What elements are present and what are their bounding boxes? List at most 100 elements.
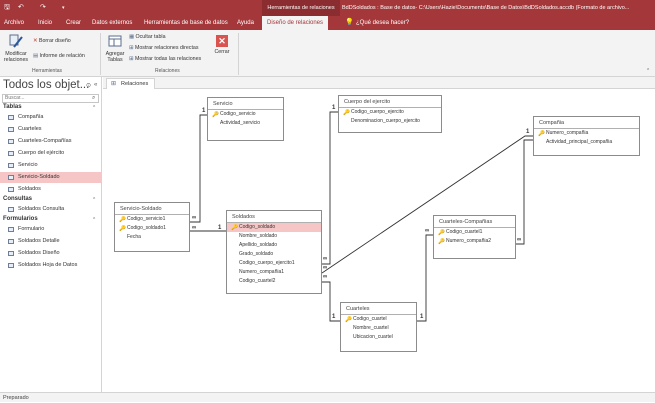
table-servicio-soldado[interactable]: Servicio-Soldado 🔑 Codigo_servicio1 🔑 Codi… bbox=[114, 202, 190, 252]
table-title[interactable]: Cuarteles-Compañias bbox=[434, 216, 515, 228]
field-row[interactable]: Nombre_soldado bbox=[227, 232, 321, 241]
status-bar: Preparado bbox=[0, 392, 655, 402]
tab-relaciones[interactable]: ⊞ Relaciones bbox=[106, 78, 156, 89]
tab-archivo[interactable]: Archivo bbox=[4, 16, 24, 30]
undo-icon[interactable]: ↶ bbox=[18, 3, 24, 13]
relations-group-label: Relaciones bbox=[155, 68, 180, 74]
table-title[interactable]: Servicio-Soldado bbox=[115, 203, 189, 215]
table-title[interactable]: Cuarteles bbox=[341, 303, 416, 315]
nav-collapse-icon[interactable]: « bbox=[94, 82, 97, 88]
nav-item-label: Cuarteles bbox=[18, 126, 42, 132]
field-row[interactable]: 🔑 Codigo_cuerpo_ejercito bbox=[339, 108, 441, 117]
field-row[interactable]: 🔑 Codigo_cuartel bbox=[341, 315, 416, 324]
cardinality-one: 1 bbox=[526, 129, 530, 135]
table-compania[interactable]: Compañia 🔑 Numero_compañia Actividad_prin… bbox=[533, 116, 640, 156]
relation-report-button[interactable]: ▤ Informe de relación bbox=[33, 53, 85, 60]
field-row[interactable]: Nombre_cuartel bbox=[341, 324, 416, 333]
nav-item-soldados-consulta[interactable]: Soldados Consulta bbox=[0, 204, 101, 215]
nav-item-cuerpo-ejercito[interactable]: Cuerpo del ejército bbox=[0, 148, 101, 159]
nav-item-servicio[interactable]: Servicio bbox=[0, 160, 101, 171]
modify-relations-button[interactable]: Modificar relaciones bbox=[2, 33, 30, 63]
section-collapse-icon[interactable]: ⌃ bbox=[92, 197, 96, 203]
tab-crear[interactable]: Crear bbox=[66, 16, 81, 30]
table-cuarteles[interactable]: Cuarteles 🔑 Codigo_cuartel Nombre_cuartel… bbox=[340, 302, 417, 352]
table-servicio[interactable]: Servicio 🔑 Codigo_servicio Actividad_serv… bbox=[207, 97, 284, 141]
tell-me-search[interactable]: ¿Qué desea hacer? bbox=[356, 16, 409, 30]
tab-inicio[interactable]: Inicio bbox=[38, 16, 52, 30]
nav-section-formularios[interactable]: Formularios bbox=[3, 216, 38, 222]
form-icon bbox=[8, 263, 14, 268]
nav-item-label: Soldados Consulta bbox=[18, 206, 65, 212]
tab-herramientas-bd[interactable]: Herramientas de base de datos bbox=[144, 16, 228, 30]
close-button[interactable]: ✕ Cerrar bbox=[211, 33, 233, 55]
nav-item-cuarteles[interactable]: Cuarteles bbox=[0, 124, 101, 135]
nav-item-compania[interactable]: Compañía bbox=[0, 112, 101, 123]
direct-relations-button[interactable]: ⊞ Mostrar relaciones directas bbox=[129, 45, 199, 52]
cardinality-one: 1 bbox=[332, 105, 336, 111]
tab-ayuda[interactable]: Ayuda bbox=[237, 16, 254, 30]
nav-item-servicio-soldado[interactable]: Servicio-Soldado bbox=[0, 172, 101, 183]
field-row[interactable]: Fecha bbox=[115, 233, 189, 242]
field-row[interactable]: Actividad_servicio bbox=[208, 119, 283, 128]
field-name: Ubicacion_cuartel bbox=[353, 334, 393, 340]
field-row[interactable]: 🔑 Codigo_cuartel1 bbox=[434, 228, 515, 237]
save-icon[interactable]: 🖫 bbox=[4, 3, 10, 13]
ribbon-tabs: Archivo Inicio Crear Datos externos Herr… bbox=[0, 16, 655, 30]
field-name: Actividad_principal_compañia bbox=[546, 139, 613, 145]
tab-datos-externos[interactable]: Datos externos bbox=[92, 16, 132, 30]
nav-item-label: Servicio-Soldado bbox=[18, 174, 60, 180]
customize-qat-icon[interactable]: ▾ bbox=[62, 3, 65, 13]
search-icon: ⌕ bbox=[92, 95, 96, 101]
field-row[interactable]: Codigo_cuerpo_ejercito1 bbox=[227, 259, 321, 268]
field-row[interactable]: 🔑 Numero_compañia2 bbox=[434, 237, 515, 246]
table-title[interactable]: Soldados bbox=[227, 211, 321, 223]
section-collapse-icon[interactable]: ⌃ bbox=[92, 105, 96, 111]
nav-item-soldados-diseno[interactable]: Soldados Diseño bbox=[0, 248, 101, 259]
nav-header[interactable]: Todos los objet... bbox=[3, 79, 89, 91]
field-row[interactable]: 🔑 Codigo_soldado bbox=[227, 223, 321, 232]
nav-menu-chevron-icon[interactable]: ⊙ bbox=[86, 82, 91, 89]
direct-relations-label: Mostrar relaciones directas bbox=[134, 45, 199, 51]
section-collapse-icon[interactable]: ⌃ bbox=[92, 217, 96, 223]
field-row[interactable]: 🔑 Numero_compañia bbox=[534, 129, 639, 138]
hide-table-button[interactable]: ▦ Ocultar tabla bbox=[129, 34, 166, 41]
table-title[interactable]: Compañia bbox=[534, 117, 639, 129]
clear-layout-button[interactable]: ✕ Borrar diseño bbox=[33, 38, 71, 45]
tab-diseno-relaciones[interactable]: Diseño de relaciones bbox=[262, 16, 329, 30]
field-row[interactable]: Actividad_principal_compañia bbox=[534, 138, 639, 147]
table-cuerpo-ejercito[interactable]: Cuerpo del ejercito 🔑 Codigo_cuerpo_ejerc… bbox=[338, 95, 442, 133]
window-title: BdDSoldados : Base de datos- C:\Users\Ha… bbox=[342, 5, 630, 11]
table-title[interactable]: Cuerpo del ejercito bbox=[339, 96, 441, 108]
field-row[interactable]: Ubicacion_cuartel bbox=[341, 333, 416, 342]
nav-item-formulario[interactable]: Formulario bbox=[0, 224, 101, 235]
field-name: Numero_compañia1 bbox=[239, 269, 285, 275]
cardinality-many: ∞ bbox=[425, 228, 430, 234]
field-row[interactable]: 🔑 Codigo_servicio bbox=[208, 110, 283, 119]
field-row[interactable]: Denominacion_cuerpo_ejercito bbox=[339, 117, 441, 126]
field-name: Codigo_cuerpo_ejercito bbox=[351, 109, 404, 115]
nav-item-label: Soldados Hoja de Datos bbox=[18, 262, 78, 268]
field-row[interactable]: 🔑 Codigo_soldado1 bbox=[115, 224, 189, 233]
nav-section-consultas[interactable]: Consultas bbox=[3, 196, 32, 202]
nav-item-cuarteles-companias[interactable]: Cuarteles-Compañías bbox=[0, 136, 101, 147]
redo-icon[interactable]: ↷ bbox=[40, 3, 46, 13]
all-relations-button[interactable]: ⊞ Mostrar todas las relaciones bbox=[129, 56, 201, 63]
field-row[interactable]: Codigo_cuartel2 bbox=[227, 277, 321, 286]
report-icon: ▤ bbox=[33, 53, 39, 59]
table-cuarteles-companias[interactable]: Cuarteles-Compañias 🔑 Codigo_cuartel1 🔑 Nu… bbox=[433, 215, 516, 259]
field-name: Codigo_cuartel2 bbox=[239, 278, 276, 284]
field-row[interactable]: Grado_soldado bbox=[227, 250, 321, 259]
close-label: Cerrar bbox=[214, 49, 230, 55]
nav-search-input[interactable]: Buscar... bbox=[2, 94, 99, 103]
field-row[interactable]: Numero_compañia1 bbox=[227, 268, 321, 277]
table-soldados[interactable]: Soldados 🔑 Codigo_soldado Nombre_soldado … bbox=[226, 210, 322, 294]
field-row[interactable]: Apellido_soldado bbox=[227, 241, 321, 250]
nav-item-soldados[interactable]: Soldados bbox=[0, 184, 101, 195]
collapse-ribbon-icon[interactable]: ⌃ bbox=[646, 68, 650, 75]
add-tables-button[interactable]: Agregar Tablas bbox=[103, 33, 127, 63]
field-row[interactable]: 🔑 Codigo_servicio1 bbox=[115, 215, 189, 224]
table-title[interactable]: Servicio bbox=[208, 98, 283, 110]
nav-item-soldados-detalle[interactable]: Soldados Detalle bbox=[0, 236, 101, 247]
nav-item-soldados-hoja[interactable]: Soldados Hoja de Datos bbox=[0, 260, 101, 271]
nav-section-tablas[interactable]: Tablas bbox=[3, 104, 22, 110]
